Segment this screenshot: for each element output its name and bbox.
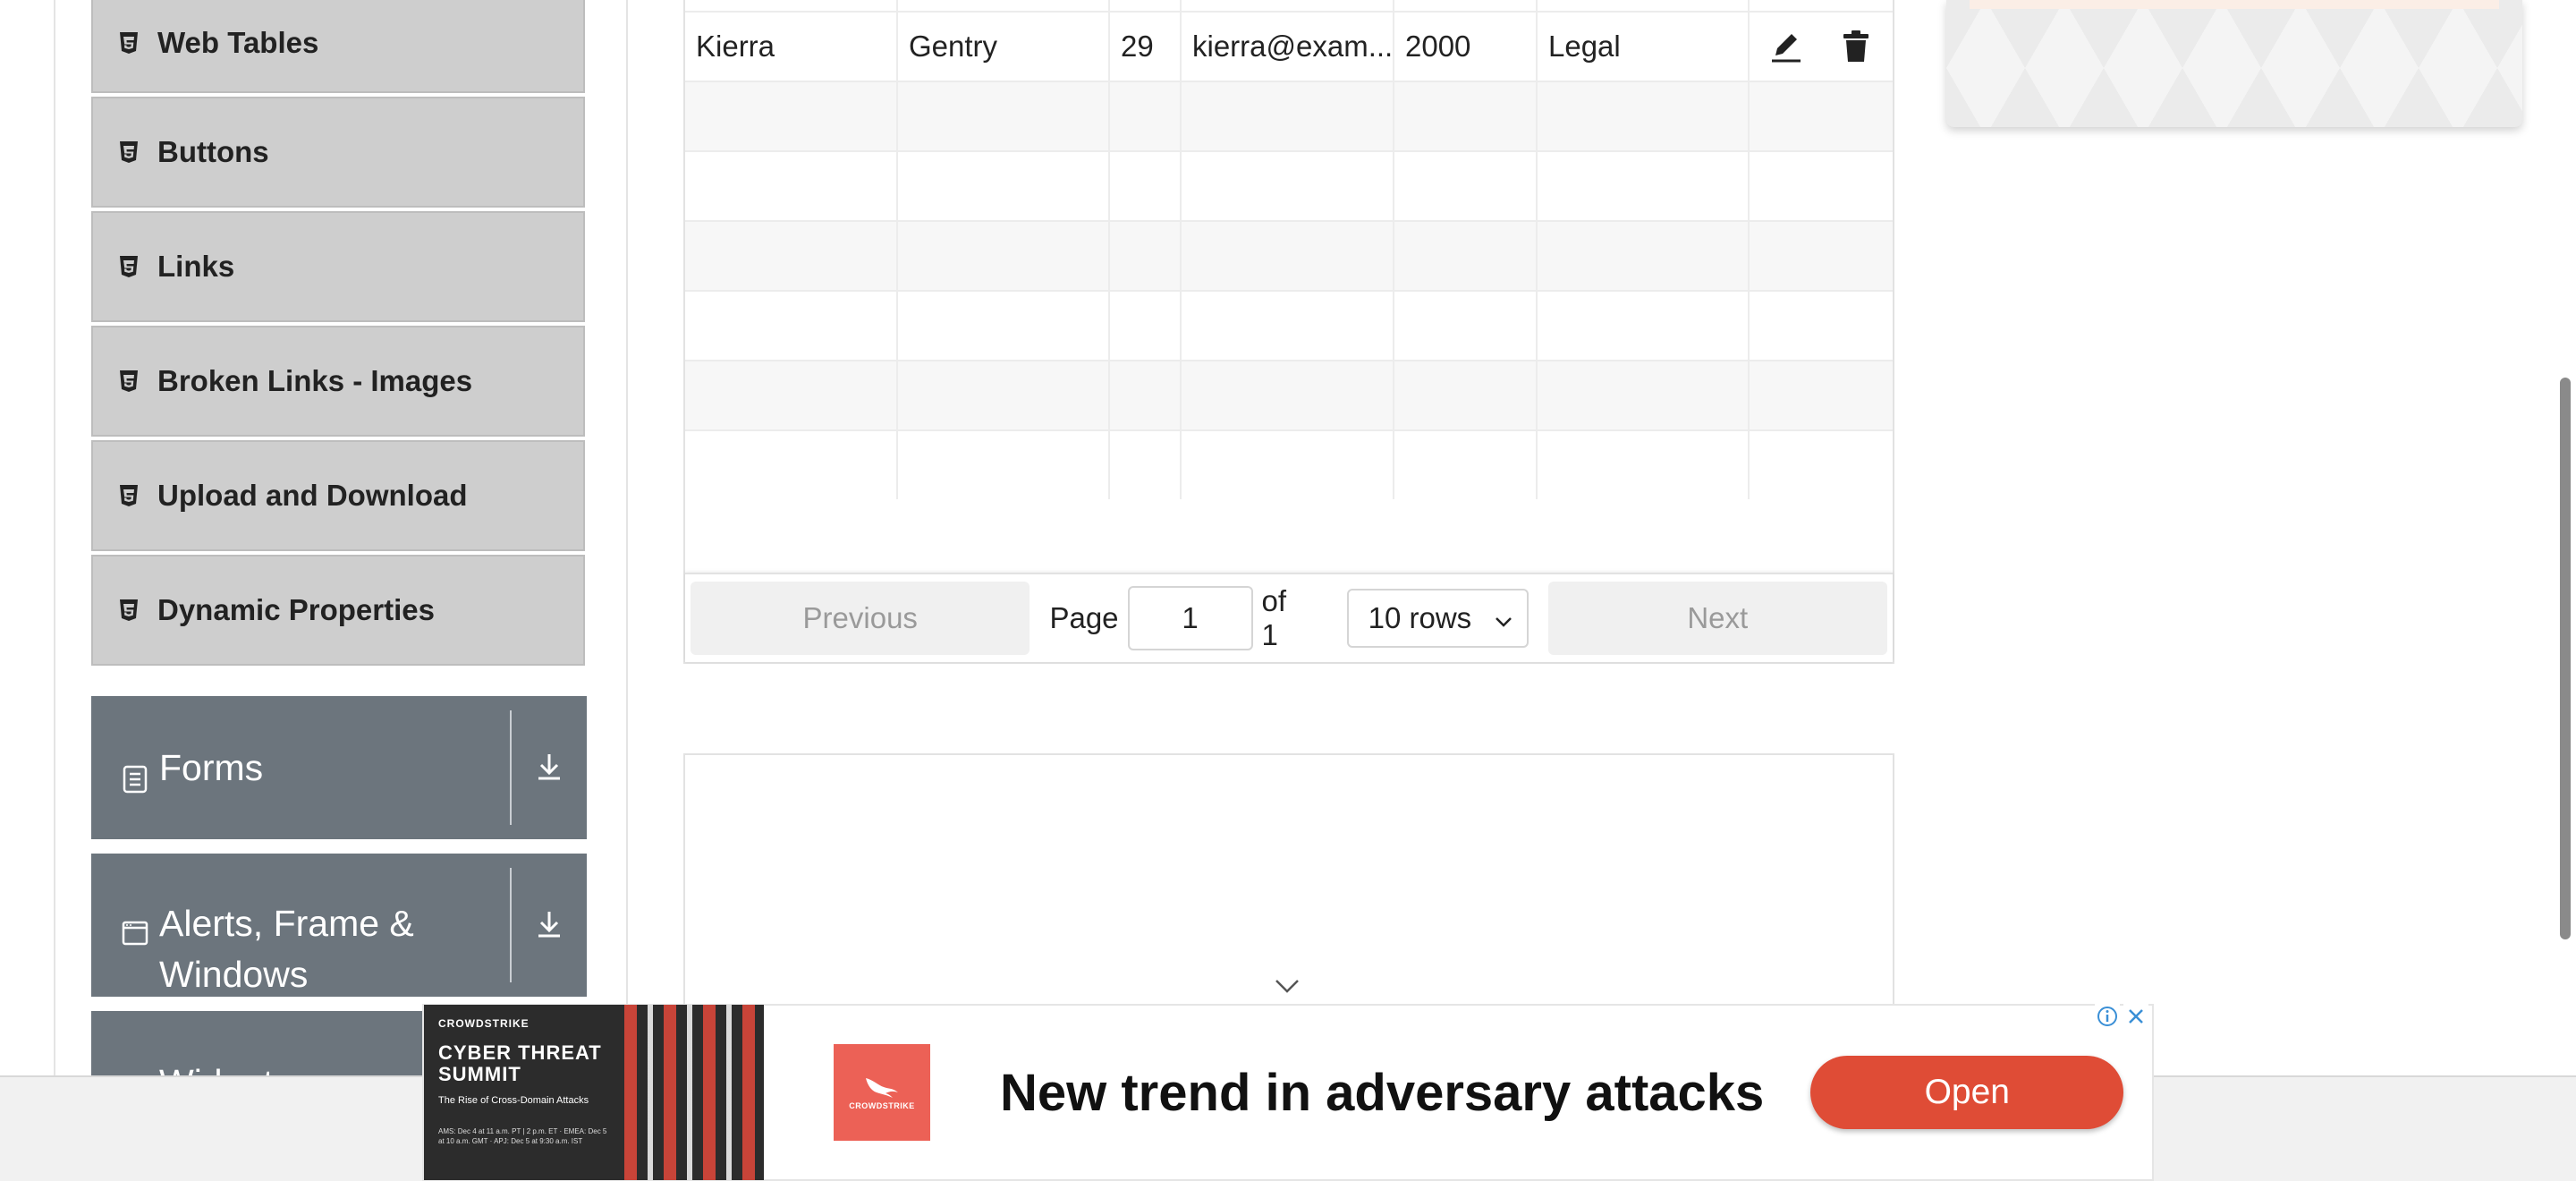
cell-first-name: Kierra: [685, 13, 898, 81]
next-button[interactable]: Next: [1547, 582, 1887, 655]
logo-text: CROWDSTRIKE: [849, 1101, 915, 1110]
ad-summit-title: CYBER THREAT SUMMIT: [438, 1041, 602, 1085]
html5-icon: [118, 255, 140, 278]
table-row: [685, 150, 1893, 220]
sidebar-left-border: [54, 0, 55, 1077]
chevron-down-icon: [1495, 601, 1513, 635]
sidebar-right-border: [626, 0, 628, 1077]
sidebar-item-label: Links: [157, 250, 235, 283]
ad-summit-dates: AMS: Dec 4 at 11 a.m. PT | 2 p.m. ET · E…: [438, 1127, 607, 1145]
table-row: [685, 220, 1893, 290]
page-info: Page of 1: [1049, 584, 1309, 652]
html5-icon: [118, 370, 140, 393]
rows-per-page-value: 10 rows: [1368, 601, 1472, 634]
cell-salary: 2000: [1394, 13, 1538, 81]
right-promo-card: [1946, 0, 2522, 127]
rows-per-page-select[interactable]: 10 rows: [1346, 589, 1529, 648]
sidebar-item-links[interactable]: Links: [91, 211, 585, 322]
group-label: Forms: [159, 746, 264, 788]
table-row: Kierra Gentry 29 kierra@exam... 2000 Leg…: [685, 11, 1893, 81]
html5-icon: [118, 484, 140, 507]
sidebar-item-upload-download[interactable]: Upload and Download: [91, 440, 585, 551]
sidebar-item-label: Web Tables: [157, 26, 319, 59]
ad-headline: New trend in adversary attacks: [1000, 1063, 1765, 1122]
previous-button[interactable]: Previous: [691, 582, 1030, 655]
table-row: [685, 290, 1893, 360]
download-arrow-icon: [535, 908, 564, 943]
group-label: Alerts, Frame & Windows: [159, 903, 414, 995]
ad-open-button[interactable]: Open: [1810, 1056, 2124, 1129]
html5-icon: [118, 599, 140, 622]
group-header-alerts[interactable]: Alerts, Frame & Windows: [91, 854, 587, 997]
falcon-icon: [866, 1078, 898, 1098]
page-label: Page: [1049, 601, 1119, 634]
cell-last-name: Gentry: [898, 13, 1110, 81]
crowdstrike-logo: CROWDSTRIKE: [834, 1044, 930, 1141]
page-number-input[interactable]: [1127, 586, 1253, 650]
ad-info-icon[interactable]: [2095, 1004, 2120, 1029]
cell-email: kierra@exam...: [1182, 13, 1394, 81]
group-header-forms[interactable]: Forms: [91, 696, 587, 839]
html5-icon: [118, 31, 140, 55]
ad-summit-subtitle: The Rise of Cross-Domain Attacks: [438, 1095, 589, 1106]
table-row-top-edge: [685, 0, 1893, 11]
sidebar-item-buttons[interactable]: Buttons: [91, 97, 585, 208]
ad-controls: [2095, 1004, 2148, 1029]
ad-banner[interactable]: CROWDSTRIKE CYBER THREAT SUMMIT The Rise…: [422, 1004, 2154, 1181]
sidebar-item-label: Buttons: [157, 135, 269, 168]
table-row: [685, 429, 1893, 499]
download-arrow-icon: [535, 751, 564, 786]
ad-summit-image: CROWDSTRIKE CYBER THREAT SUMMIT The Rise…: [424, 1005, 764, 1180]
page: Web Tables Buttons Links Broken Links - …: [0, 0, 2576, 1181]
card-accent-strip: [1970, 0, 2499, 9]
delete-icon[interactable]: [1838, 29, 1874, 64]
html5-icon: [118, 140, 140, 164]
sidebar-item-web-tables[interactable]: Web Tables: [91, 0, 585, 93]
collapse-ad-chevron-icon[interactable]: [1274, 975, 1301, 997]
sidebar-item-label: Upload and Download: [157, 479, 468, 512]
edit-icon[interactable]: [1768, 29, 1804, 64]
sidebar-item-label: Broken Links - Images: [157, 364, 473, 397]
cell-actions: [1750, 13, 1893, 81]
table-row: [685, 360, 1893, 429]
cell-age: 29: [1110, 13, 1182, 81]
web-table: Kierra Gentry 29 kierra@exam... 2000 Leg…: [683, 0, 1894, 664]
sidebar-item-label: Dynamic Properties: [157, 593, 435, 626]
document-icon: [122, 757, 148, 794]
sidebar-item-dynamic-properties[interactable]: Dynamic Properties: [91, 555, 585, 666]
expand-toggle[interactable]: [512, 696, 587, 839]
cell-department: Legal: [1538, 13, 1750, 81]
total-pages: of 1: [1261, 584, 1287, 651]
ad-close-icon[interactable]: [2123, 1004, 2148, 1029]
table-row: [685, 81, 1893, 150]
window-icon: [122, 911, 148, 946]
ad-brand: CROWDSTRIKE: [438, 1017, 530, 1030]
pagination-bar: Previous Page of 1 10 rows Next: [685, 573, 1893, 662]
sidebar-item-broken-links[interactable]: Broken Links - Images: [91, 326, 585, 437]
ad-art-pattern: [624, 1005, 764, 1180]
expand-toggle[interactable]: [512, 854, 587, 997]
scrollbar-thumb[interactable]: [2560, 378, 2571, 939]
